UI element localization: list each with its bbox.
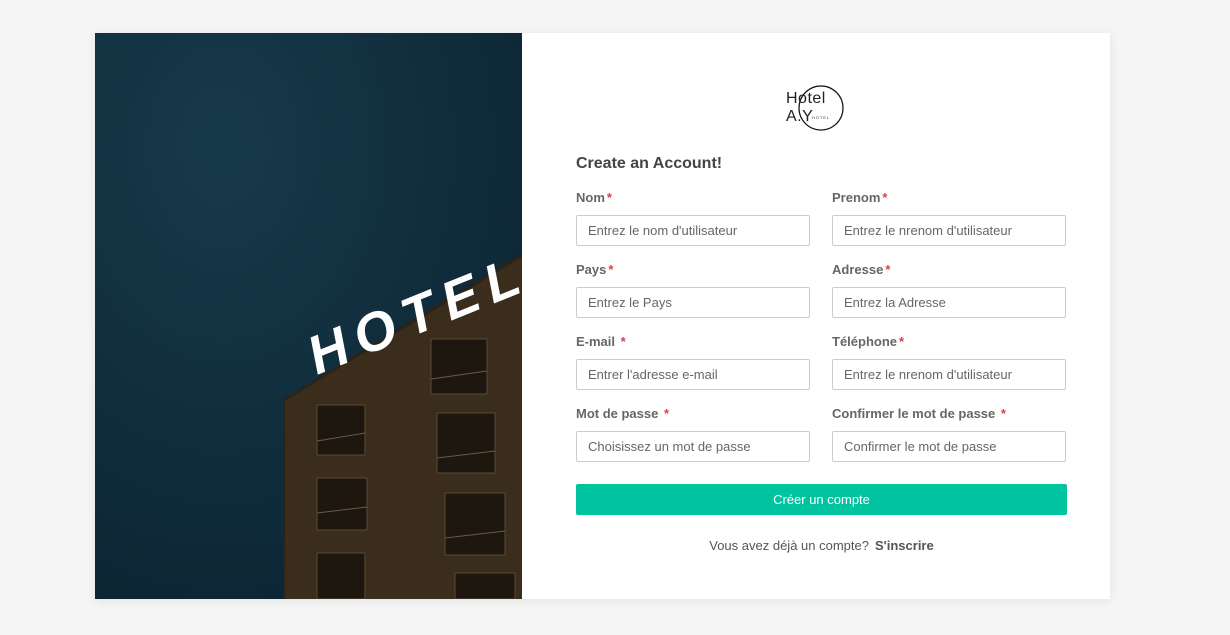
required-asterisk: * [899,334,905,349]
signup-card: HOTEL Hotel A.Y HOTEL Create an Account!… [95,33,1110,599]
hotel-hero-image: HOTEL [95,33,522,599]
required-asterisk: * [663,406,670,421]
telephone-input[interactable] [832,359,1066,390]
field-nom: Nom * [576,190,810,246]
prenom-input[interactable] [832,215,1066,246]
field-confirm-password: Confirmer le mot de passe * [832,406,1066,462]
pays-input[interactable] [576,287,810,318]
required-asterisk: * [1000,406,1006,421]
field-prenom: Prenom * [832,190,1066,246]
field-pays: Pays * [576,262,810,318]
field-label: Téléphone * [832,334,905,349]
login-prompt-text: Vous avez déjà un compte? [709,538,869,553]
logo-subtext: HOTEL [811,115,831,120]
password-input[interactable] [576,431,810,462]
field-password: Mot de passe * [576,406,810,462]
form-title: Create an Account! [576,155,723,172]
required-asterisk: * [885,262,891,277]
field-label: Adresse * [832,262,891,277]
field-label: Pays * [576,262,614,277]
login-prompt: Vous avez déjà un compte? S'inscrire [576,538,1067,553]
field-label: E-mail * [576,334,626,349]
create-account-button[interactable]: Créer un compte [576,484,1067,515]
required-asterisk: * [608,262,614,277]
required-asterisk: * [882,190,888,205]
field-email: E-mail * [576,334,810,390]
adresse-input[interactable] [832,287,1066,318]
email-input[interactable] [576,359,810,390]
hotel-logo: Hotel A.Y HOTEL [786,84,856,132]
hotel-building-illustration: HOTEL [95,33,522,599]
nom-input[interactable] [576,215,810,246]
field-label: Prenom * [832,190,888,205]
logo-text: Hotel A.Y [786,90,826,125]
field-telephone: Téléphone * [832,334,1066,390]
field-label: Confirmer le mot de passe * [832,406,1006,421]
field-label: Mot de passe * [576,406,670,421]
signin-link[interactable]: S'inscrire [875,538,934,553]
required-asterisk: * [606,190,612,205]
confirm-password-input[interactable] [832,431,1066,462]
required-asterisk: * [620,334,626,349]
field-adresse: Adresse * [832,262,1066,318]
field-label: Nom * [576,190,612,205]
signup-form-panel: Hotel A.Y HOTEL Create an Account! Nom * … [522,33,1110,599]
